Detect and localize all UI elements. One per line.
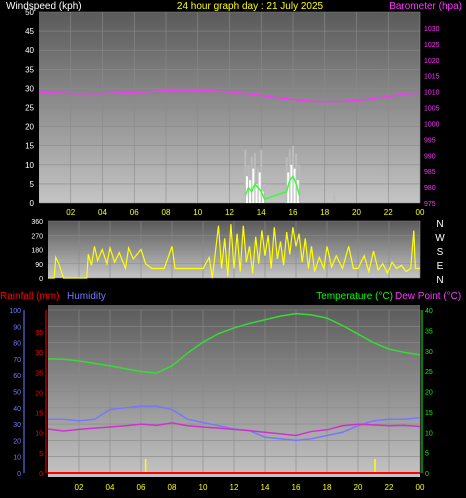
legend-rainfall: Rainfall (mm) — [0, 291, 59, 302]
winddir-tick-label: 180 — [31, 248, 43, 255]
humidity-tick-label: 50 — [13, 390, 21, 397]
time-tick-label: 16 — [289, 208, 298, 217]
wind-tick-label: 20 — [25, 123, 34, 132]
wind-tick-label: 40 — [25, 46, 34, 55]
humidity-tick-label: 90 — [13, 324, 21, 331]
time-tick-label: 06 — [130, 208, 139, 217]
humidity-tick-label: 100 — [9, 308, 21, 315]
wind-tick-label: 15 — [25, 142, 34, 151]
time-tick-label: 14 — [261, 483, 270, 492]
winddir-tick-label: 0 — [39, 276, 43, 283]
wind-tick-label: 25 — [25, 104, 34, 113]
winddir-tick-label: 270 — [31, 233, 43, 240]
humidity-tick-label: 60 — [13, 373, 21, 380]
time-tick-label: 00 — [416, 483, 425, 492]
time-tick-label: 04 — [106, 483, 115, 492]
temp-humidity-panel: 0 10 20 30 40 50 60 70 80 90 100 0 5 10 15 20 25 30 35 0 5… — [9, 305, 433, 492]
graph-title: 24 hour graph day : 21 July 2025 — [177, 1, 324, 12]
wind-tick-label: 45 — [25, 27, 34, 36]
rain-tick-label: 5 — [39, 451, 43, 458]
baro-tick-label: 1000 — [424, 121, 440, 128]
temp-tick-label: 20 — [425, 390, 433, 397]
barometer-axis-title: Barometer (hpa) — [389, 1, 462, 12]
rain-tick-label: 20 — [35, 390, 43, 397]
humidity-tick-label: 0 — [17, 471, 21, 478]
time-tick-label: 20 — [352, 208, 361, 217]
time-tick-label: 20 — [354, 483, 363, 492]
time-tick-label: 08 — [162, 208, 171, 217]
temp-tick-label: 25 — [425, 369, 433, 376]
humidity-tick-label: 10 — [13, 455, 21, 462]
legend-dewpoint: Dew Point (°C) — [395, 291, 461, 302]
baro-tick-label: 975 — [424, 201, 436, 208]
wind-tick-label: 30 — [25, 84, 34, 93]
time-tick-label: 04 — [98, 208, 107, 217]
winddir-panel: 090180270360 NWSEN — [31, 219, 445, 286]
wind-baro-panel: 05101520253035404550 9759809859909951000… — [25, 8, 440, 217]
wind-tick-label: 50 — [25, 8, 34, 17]
rain-tick-label: 15 — [35, 411, 43, 418]
baro-tick-label: 1005 — [424, 106, 440, 113]
temp-tick-label: 15 — [425, 410, 433, 417]
winddir-tick-label: 90 — [35, 262, 43, 269]
wind-tick-label: 0 — [30, 199, 35, 208]
compass-label: N — [436, 275, 443, 286]
time-tick-label: 16 — [292, 483, 301, 492]
time-tick-label: 10 — [199, 483, 208, 492]
wind-tick-label: 5 — [30, 180, 35, 189]
humidity-tick-label: 40 — [13, 406, 21, 413]
time-tick-label: 18 — [323, 483, 332, 492]
time-tick-label: 06 — [137, 483, 146, 492]
baro-tick-label: 1015 — [424, 74, 440, 81]
baro-tick-label: 1030 — [424, 26, 440, 33]
windspeed-axis-title: Windspeed (kph) — [6, 1, 82, 12]
winddir-tick-label: 360 — [31, 219, 43, 226]
time-tick-label: 12 — [225, 208, 234, 217]
time-tick-label: 22 — [384, 208, 393, 217]
time-tick-label: 08 — [168, 483, 177, 492]
humidity-tick-label: 30 — [13, 422, 21, 429]
baro-tick-label: 1010 — [424, 90, 440, 97]
baro-tick-label: 985 — [424, 169, 436, 176]
legend-humidity: Humidity — [67, 291, 106, 302]
baro-tick-label: 990 — [424, 153, 436, 160]
temp-tick-label: 40 — [425, 308, 433, 315]
humidity-tick-label: 20 — [13, 438, 21, 445]
baro-tick-label: 995 — [424, 137, 436, 144]
time-tick-label: 14 — [257, 208, 266, 217]
time-tick-label: 02 — [66, 208, 75, 217]
temp-tick-label: 10 — [425, 430, 433, 437]
wind-tick-label: 10 — [25, 161, 34, 170]
time-tick-label: 22 — [385, 483, 394, 492]
temp-tick-label: 35 — [425, 328, 433, 335]
compass-label: E — [437, 261, 444, 272]
temp-tick-label: 30 — [425, 349, 433, 356]
time-tick-label: 12 — [230, 483, 239, 492]
humidity-tick-label: 80 — [13, 341, 21, 348]
temp-tick-label: 5 — [425, 451, 429, 458]
compass-label: S — [437, 247, 444, 258]
wind-tick-label: 35 — [25, 65, 34, 74]
baro-tick-label: 980 — [424, 185, 436, 192]
rain-tick-label: 35 — [35, 330, 43, 337]
rain-tick-label: 10 — [35, 431, 43, 438]
compass-label: N — [436, 219, 443, 230]
time-tick-label: 00 — [416, 208, 425, 217]
humidity-tick-label: 70 — [13, 357, 21, 364]
rain-tick-label: 25 — [35, 370, 43, 377]
weather-graph: Windspeed (kph) 24 hour graph day : 21 J… — [0, 0, 466, 498]
legend-temperature: Temperature (°C) — [316, 291, 393, 302]
time-tick-label: 02 — [75, 483, 84, 492]
time-tick-label: 10 — [193, 208, 202, 217]
header-row: Windspeed (kph) 24 hour graph day : 21 J… — [6, 1, 462, 12]
rain-tick-label: 30 — [35, 350, 43, 357]
time-tick-label: 18 — [320, 208, 329, 217]
rain-tick-label: 0 — [39, 471, 43, 478]
compass-label: W — [435, 233, 445, 244]
baro-tick-label: 1025 — [424, 42, 440, 49]
temp-tick-label: 0 — [425, 471, 429, 478]
baro-tick-label: 1020 — [424, 58, 440, 65]
